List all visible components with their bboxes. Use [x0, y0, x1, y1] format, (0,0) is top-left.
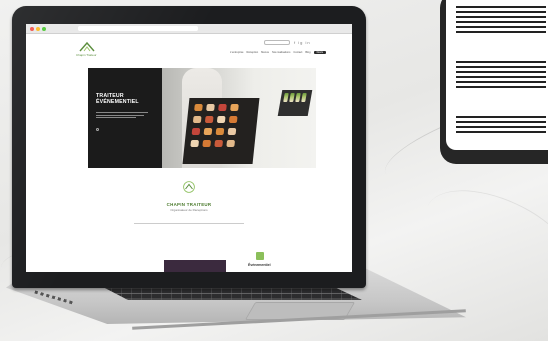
nav-item: Contact [293, 51, 303, 54]
nav-item: Réception [246, 51, 259, 54]
nav-item: Menus [261, 51, 269, 54]
hero-play-icon [96, 128, 99, 131]
address-bar [78, 26, 198, 31]
laptop-screen: Chapin Traiteur f ig in L'entreprise Réc… [26, 24, 352, 272]
verrine-tray [277, 90, 313, 116]
main-nav: L'entreprise Réception Menus Nos réalisa… [230, 51, 327, 54]
laptop-lid: Chapin Traiteur f ig in L'entreprise Réc… [12, 6, 366, 288]
hero-description [96, 112, 148, 120]
site-header: Chapin Traiteur f ig in L'entreprise Réc… [26, 34, 352, 66]
divider [134, 223, 244, 224]
nav-item: L'entreprise [230, 51, 244, 54]
brand-logo-icon [183, 181, 195, 193]
search-input [264, 40, 290, 45]
marble-vein [410, 169, 548, 311]
browser-toolbar [26, 24, 352, 34]
brand-section: CHAPIN TRAITEUR Organisateur de Réceptio… [26, 180, 352, 224]
event-icon [256, 252, 264, 260]
social-icons: f ig in [294, 40, 311, 45]
hero-photo [162, 68, 316, 168]
brand-name: CHAPIN TRAITEUR [166, 202, 212, 207]
brand-tagline-placeholder [26, 218, 352, 220]
nav-item: Blog [305, 51, 311, 54]
close-dot-icon [30, 26, 34, 31]
hero-banner: TRAITEUR ÉVÉNEMENTIEL [88, 68, 316, 168]
phone-screen [446, 0, 548, 150]
minimize-dot-icon [36, 26, 40, 31]
logo-text: Chapin Traiteur [76, 53, 97, 57]
event-label: Événementiel [248, 263, 271, 267]
event-thumbnail [164, 260, 226, 272]
hero-text-panel: TRAITEUR ÉVÉNEMENTIEL [88, 68, 162, 168]
maximize-dot-icon [42, 26, 46, 31]
brand-subtitle: Organisateur de Réceptions [170, 208, 208, 212]
food-platter [182, 98, 260, 164]
nav-item: Nos réalisations [271, 51, 291, 54]
hero-title: TRAITEUR ÉVÉNEMENTIEL [96, 93, 139, 105]
house-logo-icon [79, 41, 95, 52]
nav-cta-button: Devis [313, 51, 327, 54]
smartphone [440, 0, 548, 164]
